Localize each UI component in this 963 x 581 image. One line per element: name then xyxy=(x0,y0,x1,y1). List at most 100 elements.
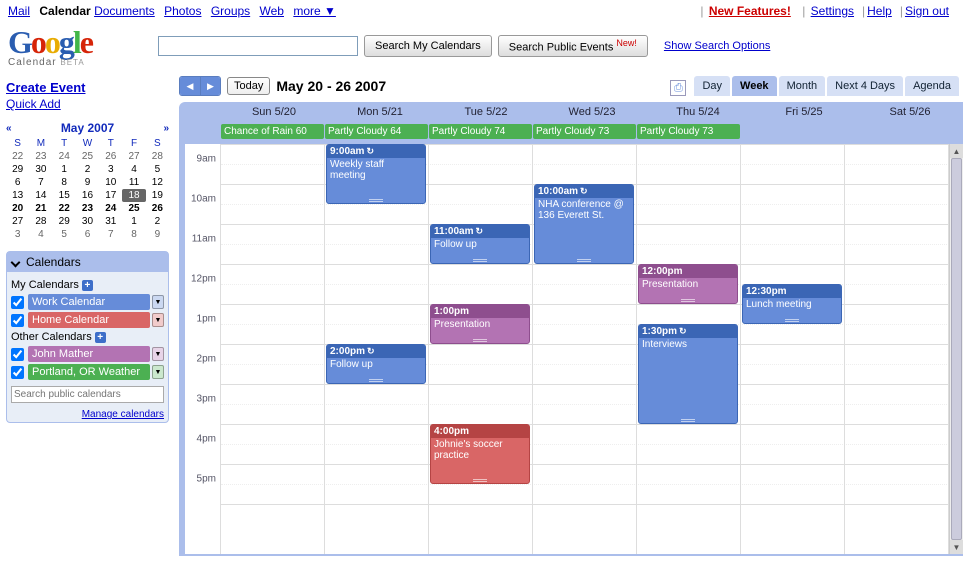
scroll-thumb[interactable] xyxy=(951,158,962,540)
mini-day[interactable]: 3 xyxy=(6,228,29,241)
mini-day[interactable]: 19 xyxy=(146,189,169,202)
top-nav-link[interactable]: Photos xyxy=(164,4,201,18)
mini-day[interactable]: 31 xyxy=(99,215,122,228)
resize-handle[interactable] xyxy=(473,259,487,262)
mini-day[interactable]: 30 xyxy=(29,163,52,176)
mini-day[interactable]: 27 xyxy=(6,215,29,228)
view-tab[interactable]: Day xyxy=(694,76,730,96)
calendar-name[interactable]: Home Calendar xyxy=(28,312,150,328)
mini-day[interactable]: 26 xyxy=(99,150,122,163)
event[interactable]: 2:00pm ↻Follow up xyxy=(326,344,426,384)
allday-cell[interactable] xyxy=(741,124,844,142)
scrollbar[interactable]: ▲ ▼ xyxy=(949,144,963,554)
next-week-button[interactable]: ▶ xyxy=(200,77,220,95)
today-button[interactable]: Today xyxy=(227,77,270,95)
mini-day[interactable]: 7 xyxy=(99,228,122,241)
mini-day[interactable]: 25 xyxy=(122,202,145,215)
calendar-checkbox[interactable] xyxy=(11,366,24,379)
mini-day[interactable]: 6 xyxy=(6,176,29,189)
day-header[interactable]: Mon 5/21 xyxy=(327,106,433,124)
calendar-menu-button[interactable]: ▼ xyxy=(152,365,164,379)
resize-handle[interactable] xyxy=(473,339,487,342)
view-tab[interactable]: Week xyxy=(732,76,777,96)
top-nav-link[interactable]: more ▼ xyxy=(293,4,336,18)
mini-day[interactable]: 16 xyxy=(76,189,99,202)
print-icon[interactable]: ⎙ xyxy=(670,80,686,96)
calendar-menu-button[interactable]: ▼ xyxy=(152,347,164,361)
mini-day[interactable]: 5 xyxy=(53,228,76,241)
top-nav-link[interactable]: Mail xyxy=(8,4,30,18)
mini-day[interactable]: 2 xyxy=(146,215,169,228)
event[interactable]: 12:00pmPresentation xyxy=(638,264,738,304)
scroll-up-button[interactable]: ▲ xyxy=(950,144,963,158)
mini-day[interactable]: 28 xyxy=(29,215,52,228)
mini-day[interactable]: 30 xyxy=(76,215,99,228)
search-input[interactable] xyxy=(158,36,358,56)
calendar-checkbox[interactable] xyxy=(11,348,24,361)
mini-day[interactable]: 23 xyxy=(29,150,52,163)
resize-handle[interactable] xyxy=(473,479,487,482)
top-nav-link[interactable]: Documents xyxy=(94,4,155,18)
mini-day[interactable]: 4 xyxy=(122,163,145,176)
show-search-options-link[interactable]: Show Search Options xyxy=(664,40,770,52)
mini-day[interactable]: 10 xyxy=(99,176,122,189)
add-my-calendar-button[interactable]: + xyxy=(82,280,93,291)
search-my-calendars-button[interactable]: Search My Calendars xyxy=(364,35,492,57)
allday-cell[interactable]: Partly Cloudy 74 xyxy=(429,124,532,142)
weather-chip[interactable]: Partly Cloudy 73 xyxy=(533,124,636,139)
mini-day[interactable]: 8 xyxy=(122,228,145,241)
calendar-checkbox[interactable] xyxy=(11,296,24,309)
mini-day[interactable]: 3 xyxy=(99,163,122,176)
calendar-name[interactable]: Work Calendar xyxy=(28,294,150,310)
event[interactable]: 11:00am ↻Follow up xyxy=(430,224,530,264)
allday-cell[interactable]: Partly Cloudy 73 xyxy=(637,124,740,142)
mini-day[interactable]: 4 xyxy=(29,228,52,241)
top-nav-link[interactable]: Web xyxy=(260,4,284,18)
mini-day[interactable]: 9 xyxy=(76,176,99,189)
add-other-calendar-button[interactable]: + xyxy=(95,332,106,343)
create-event-link[interactable]: Create Event xyxy=(6,80,169,95)
top-nav-link[interactable]: Groups xyxy=(211,4,250,18)
event[interactable]: 10:00am ↻NHA conference @ 136 Everett St… xyxy=(534,184,634,264)
event[interactable]: 1:00pmPresentation xyxy=(430,304,530,344)
top-nav-link[interactable]: Settings xyxy=(811,4,854,18)
mini-day[interactable]: 1 xyxy=(122,215,145,228)
mini-day[interactable]: 5 xyxy=(146,163,169,176)
mini-day[interactable]: 12 xyxy=(146,176,169,189)
mini-day[interactable]: 27 xyxy=(122,150,145,163)
mini-day[interactable]: 22 xyxy=(53,202,76,215)
calendar-name[interactable]: John Mather xyxy=(28,346,150,362)
mini-day[interactable]: 1 xyxy=(53,163,76,176)
view-tab[interactable]: Agenda xyxy=(905,76,959,96)
day-header[interactable]: Sun 5/20 xyxy=(221,106,327,124)
new-features-link[interactable]: New Features! xyxy=(709,4,791,18)
resize-handle[interactable] xyxy=(369,379,383,382)
day-header[interactable]: Sat 5/26 xyxy=(857,106,963,124)
mini-day[interactable]: 11 xyxy=(122,176,145,189)
mini-day[interactable]: 7 xyxy=(29,176,52,189)
allday-cell[interactable]: Chance of Rain 60 xyxy=(221,124,324,142)
mini-day[interactable]: 17 xyxy=(99,189,122,202)
mini-day[interactable]: 25 xyxy=(76,150,99,163)
mini-day[interactable]: 22 xyxy=(6,150,29,163)
resize-handle[interactable] xyxy=(681,419,695,422)
mini-day[interactable]: 9 xyxy=(146,228,169,241)
mini-day[interactable]: 21 xyxy=(29,202,52,215)
mini-prev-month[interactable]: « xyxy=(6,123,12,134)
mini-day[interactable]: 24 xyxy=(99,202,122,215)
mini-day[interactable]: 8 xyxy=(53,176,76,189)
weather-chip[interactable]: Partly Cloudy 73 xyxy=(637,124,740,139)
scroll-down-button[interactable]: ▼ xyxy=(950,540,963,554)
mini-day[interactable]: 28 xyxy=(146,150,169,163)
day-header[interactable]: Thu 5/24 xyxy=(645,106,751,124)
event[interactable]: 12:30pmLunch meeting xyxy=(742,284,842,324)
calendar-menu-button[interactable]: ▼ xyxy=(152,313,164,327)
calendar-name[interactable]: Portland, OR Weather xyxy=(28,364,150,380)
mini-day[interactable]: 20 xyxy=(6,202,29,215)
weather-chip[interactable]: Partly Cloudy 74 xyxy=(429,124,532,139)
mini-day[interactable]: 15 xyxy=(53,189,76,202)
mini-next-month[interactable]: » xyxy=(163,123,169,134)
top-nav-link[interactable]: Help xyxy=(867,4,892,18)
weather-chip[interactable]: Partly Cloudy 64 xyxy=(325,124,428,139)
day-header[interactable]: Fri 5/25 xyxy=(751,106,857,124)
